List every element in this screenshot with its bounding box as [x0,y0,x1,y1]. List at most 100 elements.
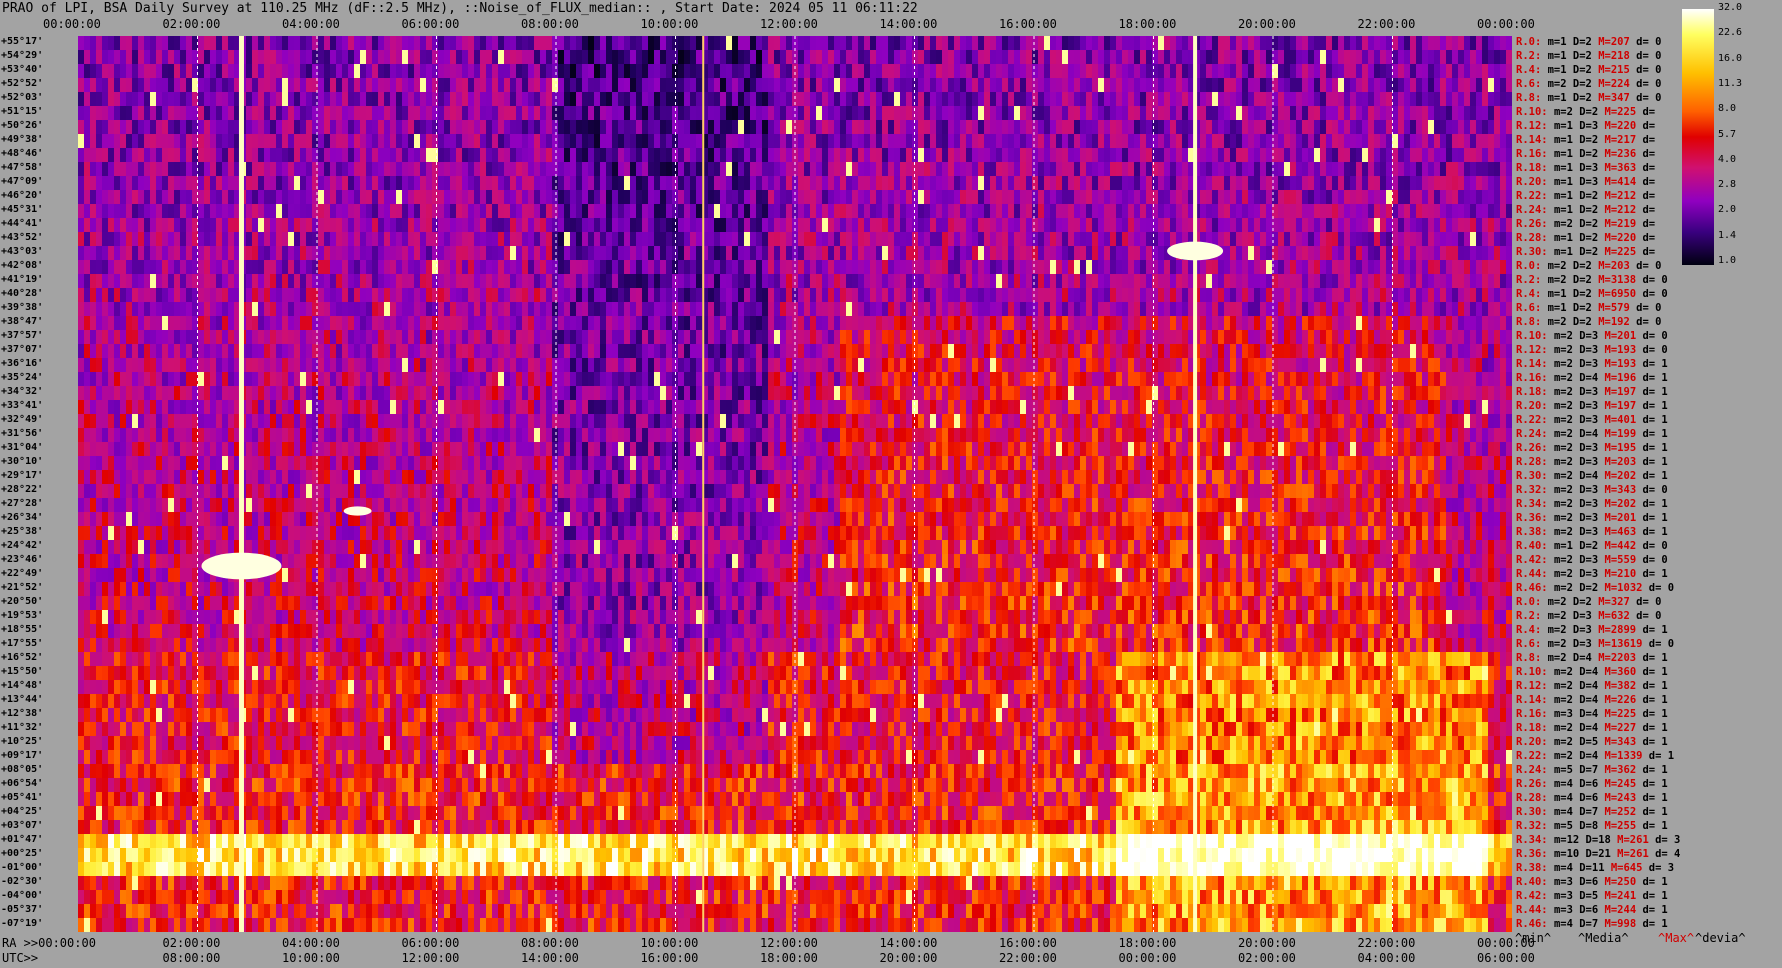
heatmap-cell [1350,36,1357,51]
heatmap-cell [120,134,127,149]
heatmap-cell [1248,232,1255,247]
heatmap-cell [570,218,577,233]
heatmap-cell [282,302,289,317]
heatmap-cell [906,36,913,51]
heatmap-cell [1140,204,1147,219]
heatmap-cell [1362,64,1369,79]
heatmap-cell [930,50,937,65]
heatmap-cell [1014,106,1021,121]
heatmap-cell [726,92,733,107]
heatmap-cell [1398,176,1405,191]
heatmap-cell [222,274,229,289]
heatmap-cell [1206,120,1213,135]
heatmap-cell [348,134,355,149]
heatmap-cell [1182,120,1189,135]
heatmap-cell [978,302,985,317]
heatmap-cell [372,232,379,247]
heatmap-cell [906,302,913,317]
heatmap-cell [972,302,979,317]
heatmap-cell [972,92,979,107]
heatmap-cell [1254,302,1261,317]
heatmap-cell [456,204,463,219]
heatmap-cell [732,106,739,121]
heatmap-cell [132,302,139,317]
heatmap-cell [366,232,373,247]
heatmap-cell [564,274,571,289]
heatmap-cell [900,36,907,51]
heatmap-cell [1110,274,1117,289]
heatmap-cell [918,204,925,219]
heatmap-cell [606,232,613,247]
heatmap-cell [570,190,577,205]
heatmap-cell [468,302,475,317]
heatmap-cell [1494,120,1501,135]
heatmap-cell [966,106,973,121]
heatmap-cell [1326,204,1333,219]
heatmap-cell [948,288,955,303]
heatmap-cell [1026,246,1033,261]
heatmap-cell [474,232,481,247]
heatmap-cell [1314,64,1321,79]
heatmap-cell [1092,134,1099,149]
heatmap-cell [900,246,907,261]
heatmap-cell [270,204,277,219]
heatmap-cell [996,288,1003,303]
heatmap-cell [576,50,583,65]
heatmap-cell [396,120,403,135]
heatmap-cell [1296,64,1303,79]
heatmap-cell [762,302,769,317]
heatmap-cell [1380,106,1387,121]
heatmap-cell [480,246,487,261]
heatmap-cell [246,134,253,149]
heatmap-cell [726,246,733,261]
heatmap-cell [660,176,667,191]
heatmap-cell [1488,246,1495,261]
heatmap-cell [954,50,961,65]
heatmap-cell [396,274,403,289]
heatmap-cell [690,92,697,107]
heatmap-cell [786,204,793,219]
heatmap-cell [1086,260,1093,275]
heatmap-cell [126,78,133,93]
heatmap-cell [984,218,991,233]
heatmap-cell [360,316,367,331]
heatmap-cell [840,190,847,205]
heatmap-cell [450,316,457,331]
heatmap-cell [840,148,847,163]
heatmap-cell [204,120,211,135]
heatmap-cell [720,36,727,51]
heatmap-cell [1494,162,1501,177]
heatmap-cell [696,36,703,51]
heatmap-cell [1470,246,1477,261]
heatmap-cell [750,176,757,191]
heatmap-cell [1278,274,1285,289]
heatmap-cell [270,176,277,191]
heatmap-cell [1062,190,1069,205]
heatmap-cell [1362,302,1369,317]
heatmap-cell [1242,120,1249,135]
heatmap-cell [204,316,211,331]
heatmap-cell [600,64,607,79]
heatmap-cell [1278,204,1285,219]
heatmap-cell [540,78,547,93]
heatmap-cell [504,302,511,317]
heatmap-cell [1314,176,1321,191]
heatmap-cell [1350,176,1357,191]
heatmap-cell [876,148,883,163]
heatmap-cell [648,36,655,51]
heatmap-cell [1404,78,1411,93]
heatmap-cell [1044,204,1051,219]
heatmap-cell [1032,190,1039,205]
heatmap-cell [924,162,931,177]
heatmap-cell [300,232,307,247]
heatmap-cell [1248,218,1255,233]
heatmap-cell [318,64,325,79]
heatmap-cell [1350,78,1357,93]
heatmap-cell [420,162,427,177]
heatmap-cell [1050,162,1057,177]
heatmap-cell [1068,78,1075,93]
heatmap-cell [432,204,439,219]
heatmap-cell [576,274,583,289]
heatmap-cell [126,120,133,135]
heatmap-cell [1326,274,1333,289]
